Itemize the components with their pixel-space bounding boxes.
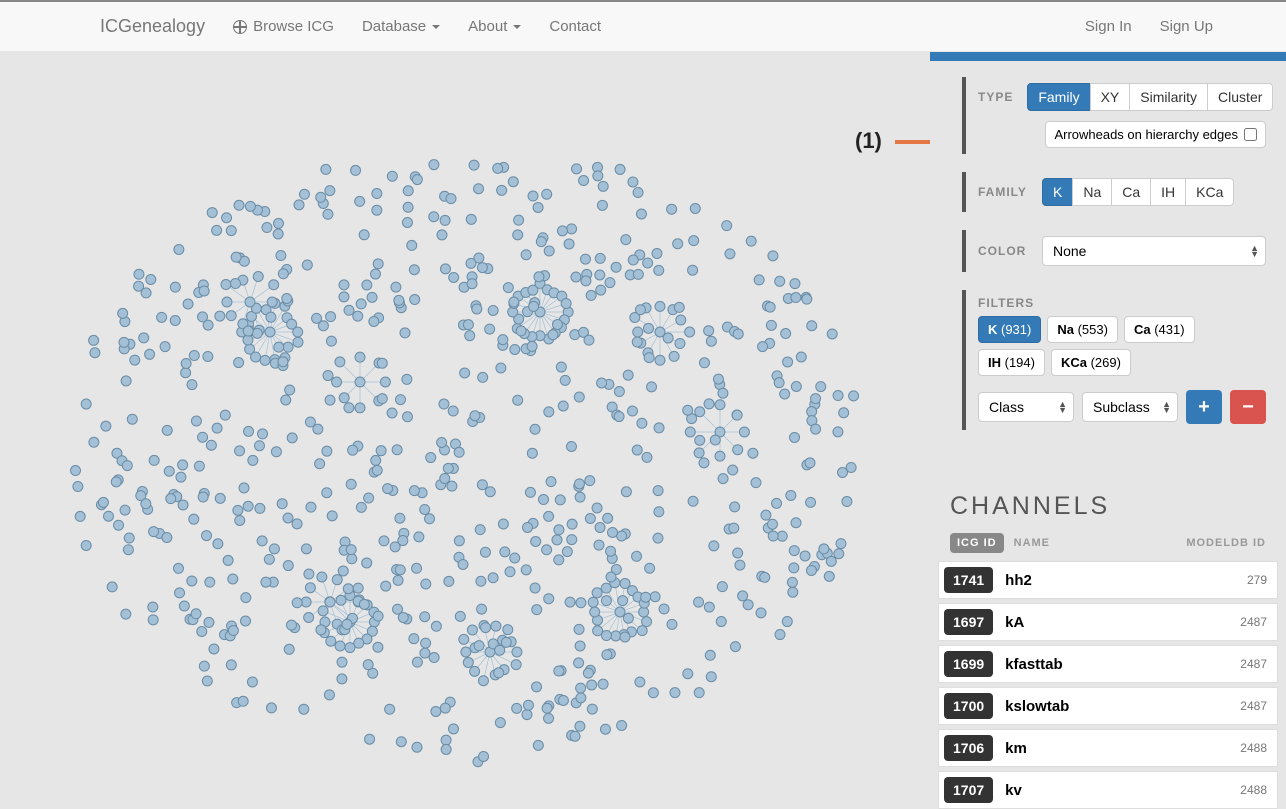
select-caret-icon: ▲▼ xyxy=(1250,245,1259,257)
section-family: FAMILY K Na Ca IH KCa xyxy=(962,172,1266,212)
annotation-label: (1) xyxy=(855,128,882,154)
nav-signin[interactable]: Sign In xyxy=(1085,18,1132,35)
col-icg-id[interactable]: ICG ID xyxy=(950,533,1004,553)
nav-database[interactable]: Database xyxy=(362,18,440,35)
select-caret-icon: ▲▼ xyxy=(1058,401,1067,413)
channel-id: 1700 xyxy=(944,693,993,719)
filter-tag-kca[interactable]: KCa (269) xyxy=(1051,349,1131,376)
channel-id: 1699 xyxy=(944,651,993,677)
caret-icon xyxy=(432,25,440,29)
type-toggle-group: Family XY Similarity Cluster xyxy=(1027,83,1273,111)
channel-name: km xyxy=(1005,740,1027,757)
brand[interactable]: ICGenealogy xyxy=(100,16,205,37)
type-btn-xy[interactable]: XY xyxy=(1090,83,1131,111)
family-label: FAMILY xyxy=(978,185,1028,199)
section-filters: FILTERS K (931)Na (553)Ca (431) IH (194)K… xyxy=(962,290,1266,430)
channel-name: kA xyxy=(1005,614,1024,631)
filter-tag-ih[interactable]: IH (194) xyxy=(978,349,1045,376)
channel-name: hh2 xyxy=(1005,572,1032,589)
family-btn-na[interactable]: Na xyxy=(1072,178,1112,206)
globe-icon xyxy=(233,20,247,34)
nav-about-label: About xyxy=(468,18,507,35)
class-select-value: Class xyxy=(989,399,1024,415)
nav-browse-label: Browse ICG xyxy=(253,18,334,35)
arrowheads-label: Arrowheads on hierarchy edges xyxy=(1054,127,1238,142)
channel-row[interactable]: 1700 kslowtab 2487 xyxy=(938,687,1278,725)
color-select-value: None xyxy=(1053,243,1086,259)
channel-row[interactable]: 1707 kv 2488 xyxy=(938,771,1278,809)
subclass-select[interactable]: Subclass ▲▼ xyxy=(1082,392,1178,422)
sidebar: TYPE Family XY Similarity Cluster Arrowh… xyxy=(930,52,1286,809)
col-name[interactable]: NAME xyxy=(1014,537,1050,549)
filter-tag-na[interactable]: Na (553) xyxy=(1047,316,1118,343)
channel-id: 1697 xyxy=(944,609,993,635)
nav-browse[interactable]: Browse ICG xyxy=(233,18,334,35)
filters-label: FILTERS xyxy=(978,296,1028,310)
type-btn-similarity[interactable]: Similarity xyxy=(1129,83,1208,111)
filter-tags: K (931)Na (553)Ca (431) IH (194)KCa (269) xyxy=(978,316,1266,376)
channels-table-header: ICG ID NAME MODELDB ID xyxy=(930,533,1286,561)
filter-tag-ca[interactable]: Ca (431) xyxy=(1124,316,1195,343)
channel-name: kfasttab xyxy=(1005,656,1063,673)
family-toggle-group: K Na Ca IH KCa xyxy=(1042,178,1234,206)
channel-name: kslowtab xyxy=(1005,698,1069,715)
filter-tag-k[interactable]: K (931) xyxy=(978,316,1041,343)
channel-name: kv xyxy=(1005,782,1022,799)
col-modeldb-id[interactable]: MODELDB ID xyxy=(1186,537,1266,549)
type-btn-family[interactable]: Family xyxy=(1027,83,1090,111)
navbar: ICGenealogy Browse ICG Database About Co… xyxy=(0,0,1286,52)
channel-id: 1707 xyxy=(944,777,993,803)
color-label: COLOR xyxy=(978,244,1028,258)
arrowheads-checkbox[interactable] xyxy=(1244,128,1257,141)
family-btn-kca[interactable]: KCa xyxy=(1185,178,1234,206)
family-btn-k[interactable]: K xyxy=(1042,178,1073,206)
channel-id: 1706 xyxy=(944,735,993,761)
channel-modeldb-id: 2487 xyxy=(1240,657,1267,671)
channel-modeldb-id: 2487 xyxy=(1240,615,1267,629)
caret-icon xyxy=(513,25,521,29)
channel-id: 1741 xyxy=(944,567,993,593)
select-caret-icon: ▲▼ xyxy=(1162,401,1171,413)
channels-header: CHANNELS xyxy=(930,468,1286,533)
sidebar-accent-bar xyxy=(930,52,1286,61)
channel-row[interactable]: 1741 hh2 279 xyxy=(938,561,1278,599)
channel-modeldb-id: 2488 xyxy=(1240,783,1267,797)
class-select[interactable]: Class ▲▼ xyxy=(978,392,1074,422)
channels-list: 1741hh22791697kA24871699kfasttab24871700… xyxy=(930,561,1286,809)
subclass-select-value: Subclass xyxy=(1093,399,1150,415)
nav-about[interactable]: About xyxy=(468,18,521,35)
add-filter-button[interactable]: + xyxy=(1186,390,1222,424)
remove-filter-button[interactable]: − xyxy=(1230,390,1266,424)
family-btn-ih[interactable]: IH xyxy=(1150,178,1186,206)
channel-modeldb-id: 279 xyxy=(1247,573,1267,587)
nav-contact[interactable]: Contact xyxy=(549,18,601,35)
type-btn-cluster[interactable]: Cluster xyxy=(1207,83,1273,111)
channel-row[interactable]: 1699 kfasttab 2487 xyxy=(938,645,1278,683)
channel-row[interactable]: 1697 kA 2487 xyxy=(938,603,1278,641)
arrowheads-toggle[interactable]: Arrowheads on hierarchy edges xyxy=(1045,121,1266,148)
family-btn-ca[interactable]: Ca xyxy=(1111,178,1151,206)
nav-signup[interactable]: Sign Up xyxy=(1160,18,1213,35)
section-type: TYPE Family XY Similarity Cluster Arrowh… xyxy=(962,77,1266,154)
color-select[interactable]: None ▲▼ xyxy=(1042,236,1266,266)
channel-modeldb-id: 2487 xyxy=(1240,699,1267,713)
channel-row[interactable]: 1706 km 2488 xyxy=(938,729,1278,767)
section-color: COLOR None ▲▼ xyxy=(962,230,1266,272)
graph-canvas[interactable] xyxy=(0,52,930,809)
channel-modeldb-id: 2488 xyxy=(1240,741,1267,755)
nav-database-label: Database xyxy=(362,18,426,35)
type-label: TYPE xyxy=(978,90,1013,104)
